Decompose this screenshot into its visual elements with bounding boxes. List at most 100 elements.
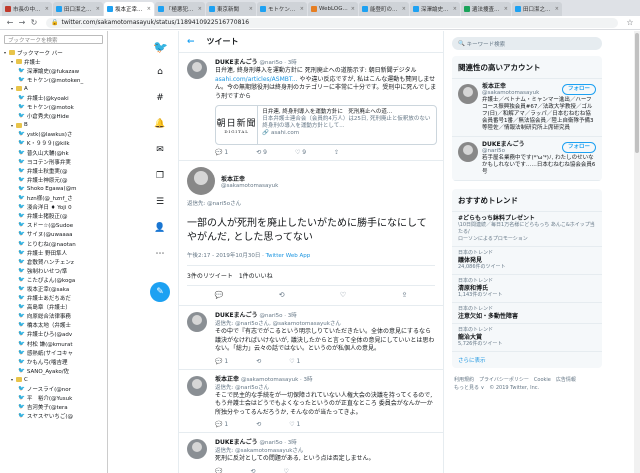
- profile-icon[interactable]: 👤: [153, 223, 167, 237]
- user-name[interactable]: DUKEまんごう: [215, 59, 258, 66]
- close-icon[interactable]: ×: [44, 6, 49, 12]
- reply-button[interactable]: 💬: [215, 468, 222, 473]
- bookmark-item[interactable]: 🐦 深澤諭史(@fukazaw: [0, 66, 107, 75]
- bookmark-item[interactable]: 🐦 K・９９９(@kilk: [0, 139, 107, 148]
- like-button[interactable]: ♡ 1: [289, 421, 300, 428]
- close-icon[interactable]: ×: [248, 6, 253, 12]
- bookmark-item[interactable]: 🐦 橋本太地（弁護士: [0, 321, 107, 330]
- expand-icon[interactable]: ▾: [4, 50, 8, 55]
- back-arrow-icon[interactable]: ←: [187, 37, 195, 47]
- like-button[interactable]: ♡: [284, 468, 289, 473]
- reply-button[interactable]: 💬 1: [215, 358, 228, 365]
- follow-button[interactable]: フォロー: [561, 84, 596, 95]
- bookmark-item[interactable]: 🐦 弁護士神原元(@: [0, 175, 107, 184]
- retweet-button[interactable]: ⟲: [256, 358, 261, 365]
- user-name[interactable]: 坂本正幸: [221, 174, 278, 183]
- user-name[interactable]: DUKEまんごう: [215, 312, 258, 319]
- share-icon[interactable]: ⇪: [334, 149, 339, 156]
- bookmark-folder[interactable]: ▾ B: [0, 121, 107, 130]
- bookmark-item[interactable]: 🐦 Shoko Egawa(@m: [0, 184, 107, 193]
- bookmark-folder[interactable]: ▾ 弁護士: [0, 57, 107, 66]
- trend-item[interactable]: 日本のトレンド 龍治大賞 5,726件のツイート: [452, 324, 602, 352]
- close-icon[interactable]: ×: [197, 6, 202, 12]
- reply-button[interactable]: 💬 1: [215, 149, 228, 156]
- bookmark-item[interactable]: 🐦 弁護士秋重実(@: [0, 166, 107, 175]
- bookmark-item[interactable]: 🐦 弁護士猪股正(@: [0, 212, 107, 221]
- bookmark-folder[interactable]: ▾ ブックマーク バー: [0, 48, 107, 57]
- bookmark-item[interactable]: 🐦 向原総合法律事務: [0, 312, 107, 321]
- avatar[interactable]: [187, 167, 215, 195]
- bookmark-item[interactable]: 🐦 こたぴよん(@koga: [0, 275, 107, 284]
- compose-tweet-button[interactable]: ✎: [150, 282, 170, 302]
- tab-10[interactable]: 田口潔之... ×: [512, 2, 562, 16]
- bookmark-item[interactable]: 🐦 サイヌ(@uwaaaa: [0, 230, 107, 239]
- bookmark-item[interactable]: 🐦 弁護士ひろ(@adv: [0, 330, 107, 339]
- retweet-button[interactable]: ⟲: [256, 421, 261, 428]
- show-more-link[interactable]: さらに表示: [452, 352, 602, 368]
- tab-3[interactable]: 「極悪犯... ×: [155, 2, 205, 16]
- expand-icon[interactable]: ▾: [11, 59, 15, 64]
- scrollbar[interactable]: [634, 31, 640, 473]
- bookmark-item[interactable]: 🐦 高島章（弁護士）: [0, 303, 107, 312]
- bookmark-item[interactable]: 🐦 ノースライ(@nor: [0, 384, 107, 393]
- bookmark-folder[interactable]: ▾ A: [0, 84, 107, 93]
- avatar[interactable]: [187, 375, 207, 396]
- forward-icon[interactable]: →: [16, 18, 28, 27]
- bookmark-item[interactable]: 🐦 小倉秀夫(@Hide: [0, 112, 107, 121]
- avatar[interactable]: [458, 84, 478, 104]
- share-icon[interactable]: ⇪: [401, 291, 407, 299]
- search-input[interactable]: 🔍 キーワード検索: [452, 37, 602, 50]
- expand-icon[interactable]: ▾: [11, 377, 15, 382]
- retweet-button[interactable]: ⟲ 9: [256, 149, 267, 156]
- url-input[interactable]: 🔒 twitter.com/sakamotomasayuk/status/118…: [46, 17, 618, 28]
- close-icon[interactable]: ×: [95, 6, 100, 12]
- bookmark-item[interactable]: 🐦 坂本正幸(@saka: [0, 284, 107, 293]
- home-icon[interactable]: ⌂: [153, 67, 167, 81]
- twitter-logo-icon[interactable]: 🐦: [153, 40, 168, 54]
- bookmark-item[interactable]: 🐦 SANO_Ayako/佐: [0, 366, 107, 375]
- bookmark-item[interactable]: 🐦 スドー☆(@Sudoe: [0, 221, 107, 230]
- reply-icon[interactable]: 💬: [215, 291, 224, 299]
- bookmark-item[interactable]: 🐦 ヨコテン刑事弁実: [0, 157, 107, 166]
- star-icon[interactable]: ☆: [624, 18, 636, 27]
- bookmark-item[interactable]: 🐦 ystk(@lawkus)さ: [0, 130, 107, 139]
- expand-icon[interactable]: ▾: [11, 123, 15, 128]
- parent-tweet[interactable]: DUKEまんごう @nari5o · 3時 日弁連, 終身刑導入を運動方針に 死…: [179, 53, 443, 161]
- close-icon[interactable]: ×: [554, 6, 559, 12]
- tweet-link[interactable]: asahi.com/articles/ASMBT...: [215, 76, 299, 83]
- bookmark-item[interactable]: 🐦 スヤスヤいちご(@: [0, 412, 107, 421]
- avatar[interactable]: [458, 142, 478, 162]
- bookmark-item[interactable]: 🐦 倉敷賀ハンチェンz: [0, 257, 107, 266]
- bell-icon[interactable]: 🔔: [153, 119, 167, 133]
- close-icon[interactable]: ×: [146, 6, 151, 12]
- tab-8[interactable]: 深澤諭史... ×: [410, 2, 460, 16]
- expand-icon[interactable]: ▾: [11, 86, 15, 91]
- reply-tweet[interactable]: 坂本正幸 @sakamotomasayuk · 3時 返信先: @nari5oさん…: [179, 370, 443, 433]
- more-icon[interactable]: ⋯: [153, 249, 167, 263]
- close-icon[interactable]: ×: [452, 6, 457, 12]
- avatar[interactable]: [187, 312, 207, 332]
- bookmark-item[interactable]: 🐦 弁護士あだちあだ: [0, 294, 107, 303]
- tab-6[interactable]: WebLOG... ×: [308, 2, 358, 16]
- bookmark-item[interactable]: 🐦 平 裕介(@Yusuk: [0, 394, 107, 403]
- bookmark-item[interactable]: 🐦 弁護士(@kyoaki: [0, 93, 107, 102]
- like-button[interactable]: ♡ 9: [295, 149, 306, 156]
- follow-button[interactable]: フォロー: [561, 142, 596, 153]
- bookmark-item[interactable]: 🐦 かもん弓(噛吉理: [0, 357, 107, 366]
- avatar[interactable]: [187, 439, 207, 459]
- back-icon[interactable]: ←: [4, 18, 16, 27]
- hashtag-icon[interactable]: #: [153, 93, 167, 107]
- tab-4[interactable]: 東京新聞 ×: [206, 2, 256, 16]
- tab-5[interactable]: モトケン... ×: [257, 2, 307, 16]
- user-name[interactable]: DUKEまんごう: [215, 439, 258, 446]
- bookmark-item[interactable]: 🐦 モトケン(@motoken_: [0, 75, 107, 84]
- bookmark-item[interactable]: 🐦 hzn様(@_hznf_さ: [0, 194, 107, 203]
- mail-icon[interactable]: ✉: [153, 145, 167, 159]
- close-icon[interactable]: ×: [350, 6, 355, 12]
- tab-7[interactable]: 能登町の... ×: [359, 2, 409, 16]
- bookmark-item[interactable]: 🐦 モトケン(@motok: [0, 103, 107, 112]
- reload-icon[interactable]: ↻: [28, 18, 40, 27]
- bookmark-item[interactable]: 🐦 感熱紙(サイコキャ: [0, 348, 107, 357]
- bookmark-item[interactable]: 🐦 淺合洋日 ♦ Yoji 0: [0, 203, 107, 212]
- tab-1[interactable]: 田口潔之... ×: [53, 2, 103, 16]
